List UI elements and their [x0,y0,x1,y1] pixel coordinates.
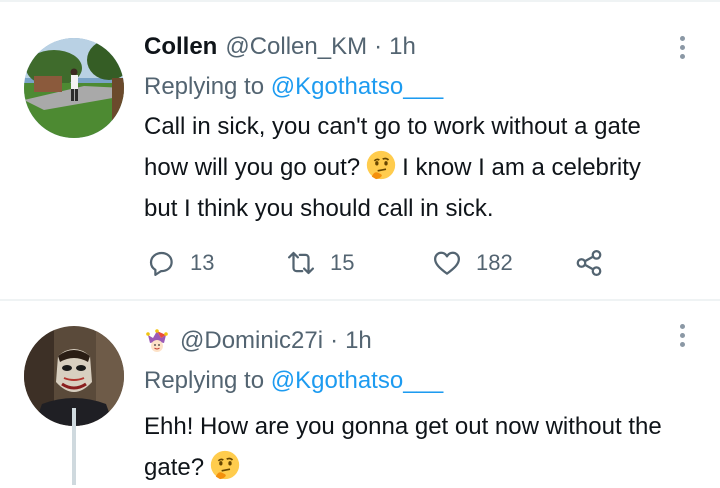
tweet-dominic[interactable]: @Dominic27i · 1h Replying to @Kgothatso_… [0,302,720,485]
jester-icon [146,329,168,352]
share-button[interactable] [574,245,604,281]
replying-to-label: Replying to [144,73,265,100]
retweet-button[interactable]: 15 [286,245,354,281]
replying-to-label: Replying to [144,367,265,394]
author-name[interactable]: Collen [144,30,217,64]
tweet-header: Collen @Collen_KM · 1h [144,30,670,64]
avatar[interactable] [24,38,124,138]
reply-button[interactable]: 13 [146,245,214,281]
tweet-text: Call in sick, you can't go to work witho… [144,106,670,229]
thread-line [72,408,76,485]
thinking-face-icon [366,150,396,180]
like-button[interactable]: 182 [432,245,513,281]
timestamp[interactable]: 1h [345,324,372,358]
like-count: 182 [476,250,513,275]
timestamp[interactable]: 1h [389,30,416,64]
more-options-icon[interactable] [680,324,686,348]
tweet-collen[interactable]: Collen @Collen_KM · 1h Replying to @Kgot… [0,0,720,300]
separator-dot: · [374,33,383,60]
retweet-icon [288,251,314,275]
reply-icon [149,251,173,276]
tweet-content: @Dominic27i · 1h Replying to @Kgothatso_… [144,324,670,488]
tweet-actions: 13 15 182 [146,245,666,281]
tweet-divider [0,299,720,301]
replying-to-handle-link[interactable]: @Kgothatso___ [271,367,444,394]
replying-to: Replying to @Kgothatso___ [144,70,670,104]
thinking-face-icon [210,450,240,480]
author-handle[interactable]: @Collen_KM [225,30,367,64]
share-icon [576,250,602,276]
heart-icon [434,251,460,275]
tweet-content: Collen @Collen_KM · 1h Replying to @Kgot… [144,30,670,229]
more-options-icon[interactable] [680,36,686,60]
reply-count: 13 [190,250,215,275]
author-handle[interactable]: @Dominic27i [180,324,323,358]
retweet-count: 15 [330,250,355,275]
replying-to: Replying to @Kgothatso___ [144,364,670,398]
separator-dot: · [330,327,339,354]
replying-to-handle-link[interactable]: @Kgothatso___ [271,73,444,100]
tweet-text: Ehh! How are you gonna get out now witho… [144,406,670,488]
tweet-header: @Dominic27i · 1h [144,324,670,358]
